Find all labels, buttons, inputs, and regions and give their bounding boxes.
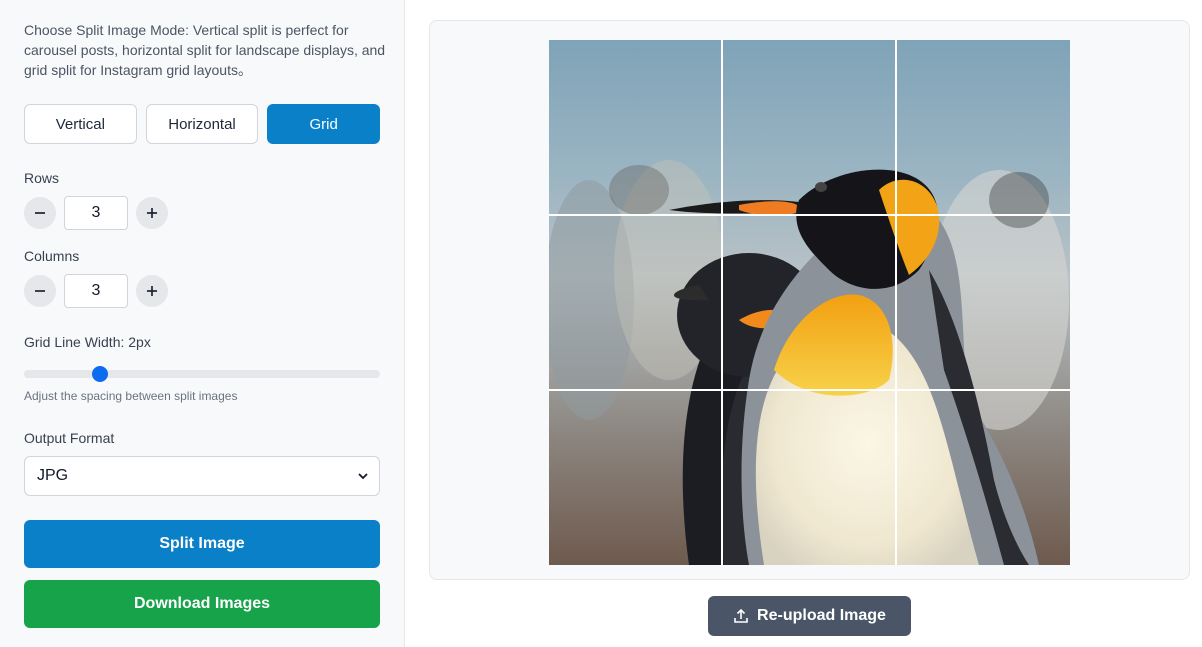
chevron-down-icon bbox=[358, 473, 368, 480]
rows-input[interactable]: 3 bbox=[64, 196, 128, 230]
download-images-button[interactable]: Download Images bbox=[24, 580, 380, 628]
columns-stepper: 3 bbox=[24, 274, 168, 308]
columns-increment-button[interactable] bbox=[136, 275, 168, 307]
vertical-mode-button[interactable]: Vertical bbox=[24, 104, 137, 144]
reupload-image-button[interactable]: Re-upload Image bbox=[708, 596, 911, 636]
output-format-select[interactable]: JPG bbox=[24, 456, 380, 496]
minus-icon bbox=[35, 290, 45, 292]
upload-icon bbox=[734, 608, 748, 623]
slider-hint: Adjust the spacing between split images bbox=[24, 389, 238, 403]
rows-stepper: 3 bbox=[24, 196, 168, 230]
settings-sidebar: Choose Split Image Mode: Vertical split … bbox=[0, 0, 405, 647]
preview-panel bbox=[429, 20, 1190, 580]
columns-label: Columns bbox=[24, 248, 80, 264]
grid-lines-overlay bbox=[549, 40, 1070, 565]
grid-line-width-slider[interactable] bbox=[24, 366, 380, 382]
plus-icon bbox=[147, 208, 157, 218]
grid-line-width-label: Grid Line Width: 2px bbox=[24, 334, 151, 350]
split-image-button[interactable]: Split Image bbox=[24, 520, 380, 568]
minus-icon bbox=[35, 212, 45, 214]
reupload-label: Re-upload Image bbox=[757, 607, 886, 624]
columns-decrement-button[interactable] bbox=[24, 275, 56, 307]
columns-input[interactable]: 3 bbox=[64, 274, 128, 308]
output-format-label: Output Format bbox=[24, 430, 115, 446]
plus-icon bbox=[147, 286, 157, 296]
split-mode-group: Vertical Horizontal Grid bbox=[24, 104, 381, 144]
mode-description: Choose Split Image Mode: Vertical split … bbox=[24, 22, 386, 78]
output-format-value: JPG bbox=[37, 467, 69, 484]
rows-decrement-button[interactable] bbox=[24, 197, 56, 229]
slider-thumb[interactable] bbox=[92, 366, 108, 382]
grid-mode-button[interactable]: Grid bbox=[267, 104, 381, 144]
split-preview-image bbox=[549, 40, 1070, 565]
rows-label: Rows bbox=[24, 170, 60, 186]
rows-increment-button[interactable] bbox=[136, 197, 168, 229]
horizontal-mode-button[interactable]: Horizontal bbox=[145, 104, 259, 144]
